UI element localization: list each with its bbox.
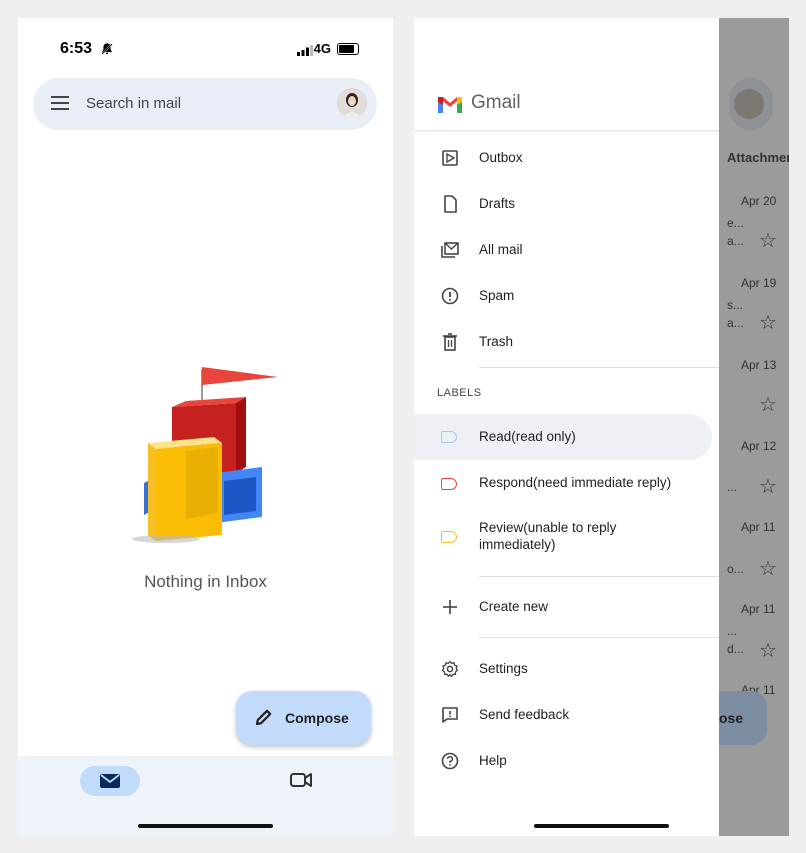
network-type: 4G: [313, 41, 331, 56]
date-6: Apr 11: [741, 602, 776, 616]
divider: [479, 576, 719, 577]
outbox-icon: [440, 148, 460, 168]
label-item-text: Review(unable to reply immediately): [479, 520, 617, 552]
status-time: 6:53: [60, 40, 93, 57]
navigation-drawer: Gmail Outbox Drafts All mail Spam Trash …: [414, 18, 719, 836]
drawer-item-trash[interactable]: Trash: [414, 322, 719, 362]
snippet-2: a...: [727, 234, 744, 248]
drawer-item-drafts[interactable]: Drafts: [414, 184, 719, 224]
drawer-item-label: Settings: [479, 661, 528, 676]
star-icon[interactable]: ☆: [759, 228, 777, 253]
search-bar[interactable]: Search in mail: [33, 78, 377, 130]
star-icon[interactable]: ☆: [759, 310, 777, 335]
drawer-item-settings[interactable]: Settings: [414, 649, 719, 689]
create-new-label: Create new: [479, 599, 549, 614]
drawer-item-label: Outbox: [479, 150, 523, 165]
drawer-item-all-mail[interactable]: All mail: [414, 230, 719, 270]
avatar[interactable]: [337, 88, 367, 118]
drawer-item-label: Trash: [479, 334, 514, 349]
help-icon: [440, 751, 460, 771]
create-new-label-button[interactable]: Create new: [414, 587, 719, 627]
drawer-header: Gmail: [414, 78, 719, 131]
drawer-item-spam[interactable]: Spam: [414, 276, 719, 316]
divider: [479, 637, 719, 638]
all-mail-icon: [440, 240, 460, 260]
star-icon[interactable]: ☆: [759, 638, 777, 663]
snippet-6: o...: [727, 562, 744, 576]
drawer-item-label: Drafts: [479, 196, 516, 211]
drawer-item-label: Send feedback: [479, 707, 570, 722]
compose-button[interactable]: Compose: [236, 691, 371, 745]
label-item-review[interactable]: Review(unable to reply immediately): [414, 513, 719, 561]
scrim-avatar: [729, 78, 773, 130]
drawer-item-label: All mail: [479, 242, 523, 257]
snippet-5: ...: [727, 480, 738, 494]
star-icon[interactable]: ☆: [759, 474, 777, 499]
drawer-item-label: Spam: [479, 288, 515, 303]
search-placeholder[interactable]: Search in mail: [86, 95, 181, 112]
home-indicator: [534, 824, 669, 828]
draft-icon: [440, 194, 460, 214]
trash-icon: [440, 332, 460, 352]
video-icon[interactable]: [290, 772, 312, 793]
mail-tab[interactable]: [80, 766, 140, 796]
label-tag-icon: [441, 478, 457, 490]
date-3: Apr 13: [741, 358, 777, 372]
gmail-logo-icon: [437, 93, 463, 118]
feedback-icon: [440, 705, 460, 725]
snippet-1: e...: [727, 216, 744, 230]
drawer-item-feedback[interactable]: Send feedback: [414, 695, 719, 735]
date-2: Apr 19: [741, 276, 777, 290]
snippet-3: s...: [727, 298, 744, 312]
plus-icon: [440, 597, 460, 617]
home-indicator: [138, 824, 273, 828]
drawer-item-help[interactable]: Help: [414, 741, 719, 781]
column-header-fragment: Attachmer: [727, 150, 789, 165]
pencil-icon: [254, 707, 274, 732]
label-item-text: Read(read only): [479, 429, 576, 444]
date-1: Apr 20: [741, 194, 777, 208]
menu-icon[interactable]: [51, 96, 69, 110]
compose-label: Compose: [285, 710, 349, 726]
divider: [479, 367, 719, 368]
star-icon[interactable]: ☆: [759, 556, 777, 581]
spam-icon: [440, 286, 460, 306]
app-name: Gmail: [471, 92, 521, 113]
star-icon[interactable]: ☆: [759, 392, 777, 417]
scrim-compose-label: ose: [719, 710, 744, 726]
empty-inbox-illustration: [126, 363, 286, 553]
label-item-respond[interactable]: Respond(need immediate reply): [414, 463, 719, 503]
mute-bell-icon: [101, 43, 113, 58]
snippet-8: d...: [727, 642, 744, 656]
date-4: Apr 12: [741, 439, 777, 453]
inbox-screen: 6:53 4G Search in mail Nothing in Inbox …: [18, 18, 393, 836]
snippet-7: ...: [727, 624, 738, 638]
mail-icon: [100, 774, 120, 788]
settings-icon: [440, 659, 460, 679]
battery-icon: [337, 43, 359, 55]
status-bar: 6:53 4G: [18, 40, 393, 60]
drawer-item-outbox[interactable]: Outbox: [414, 138, 719, 178]
drawer-item-label: Help: [479, 753, 507, 768]
bottom-navigation: [18, 756, 393, 836]
empty-inbox-message: Nothing in Inbox: [144, 572, 267, 591]
label-tag-icon: [441, 531, 457, 543]
drawer-screen: Attachmer Apr 20 e... a... ☆ Apr 19 s...…: [414, 18, 789, 836]
label-item-read[interactable]: Read(read only): [414, 414, 712, 460]
signal-icon: [297, 43, 313, 61]
labels-section-header: LABELS: [437, 387, 482, 399]
label-item-text: Respond(need immediate reply): [479, 475, 672, 490]
date-5: Apr 11: [741, 520, 776, 534]
scrim-compose-button: ose: [719, 691, 767, 745]
label-tag-icon: [441, 431, 457, 443]
snippet-4: a...: [727, 316, 744, 330]
